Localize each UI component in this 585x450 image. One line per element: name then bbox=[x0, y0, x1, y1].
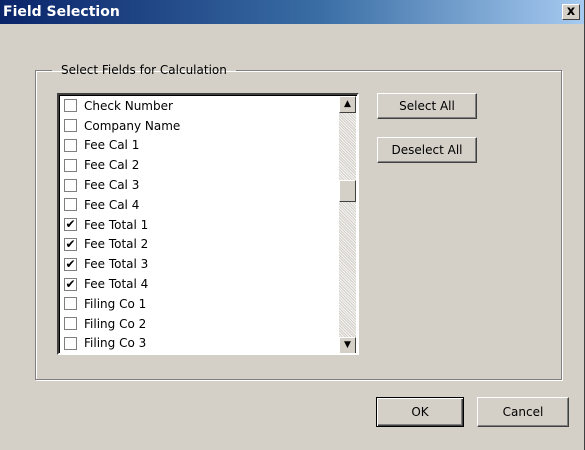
arrow-down-icon: ▼ bbox=[344, 340, 351, 350]
group-legend: Select Fields for Calculation bbox=[61, 63, 227, 77]
checkbox-unchecked[interactable] bbox=[64, 198, 77, 212]
field-label: Fee Total 3 bbox=[84, 257, 149, 272]
field-list-item[interactable]: Filing Co 3 bbox=[64, 334, 180, 353]
field-list-item[interactable]: Fee Cal 3 bbox=[64, 175, 180, 195]
scroll-up-button[interactable]: ▲ bbox=[339, 96, 356, 113]
field-label: Filing Co 2 bbox=[84, 316, 147, 331]
deselect-all-button[interactable]: Deselect All bbox=[377, 137, 477, 163]
field-list-item[interactable]: Filing Co 2 bbox=[64, 314, 180, 334]
scroll-down-button[interactable]: ▼ bbox=[339, 337, 356, 353]
field-list-item[interactable]: Fee Cal 4 bbox=[64, 195, 180, 215]
close-icon: x bbox=[566, 4, 576, 19]
field-label: Fee Cal 3 bbox=[84, 178, 140, 193]
checkbox-unchecked[interactable] bbox=[64, 317, 77, 331]
checkbox-unchecked[interactable] bbox=[64, 336, 77, 350]
field-list-item[interactable]: ✔ Fee Total 2 bbox=[64, 235, 180, 255]
field-list-item[interactable]: Company Name bbox=[64, 116, 180, 136]
field-label: Company Name bbox=[84, 118, 181, 133]
checkbox-unchecked[interactable] bbox=[64, 119, 77, 133]
ok-button[interactable]: OK bbox=[376, 397, 464, 427]
field-label: Fee Total 1 bbox=[84, 217, 149, 232]
checkmark-icon: ✔ bbox=[65, 217, 76, 232]
close-button[interactable]: x bbox=[562, 4, 580, 20]
checkbox-unchecked[interactable] bbox=[64, 178, 77, 192]
title-bar[interactable]: Field Selection x bbox=[0, 0, 584, 24]
checkbox-checked[interactable]: ✔ bbox=[64, 276, 77, 291]
field-label: Fee Cal 4 bbox=[84, 197, 140, 212]
field-label: Check Number bbox=[84, 98, 173, 113]
field-selection-dialog: Field Selection x Select Fields for Calc… bbox=[0, 0, 585, 450]
checkmark-icon: ✔ bbox=[65, 276, 76, 291]
vertical-scrollbar[interactable]: ▲ ▼ bbox=[339, 96, 356, 353]
field-label: Fee Total 2 bbox=[84, 237, 149, 252]
checkmark-icon: ✔ bbox=[65, 236, 76, 251]
field-label: Fee Total 4 bbox=[84, 277, 149, 292]
checkbox-checked[interactable]: ✔ bbox=[64, 217, 77, 232]
field-label: Fee Cal 1 bbox=[84, 138, 140, 153]
checkbox-unchecked[interactable] bbox=[64, 138, 77, 152]
checkbox-unchecked[interactable] bbox=[64, 297, 77, 311]
checkbox-unchecked[interactable] bbox=[64, 99, 77, 113]
field-list-item[interactable]: ✔ Fee Total 4 bbox=[64, 274, 180, 294]
field-label: Filing Co 1 bbox=[84, 296, 147, 311]
fields-listbox[interactable]: Check Number Company Name Fee Cal 1 Fee Cal… bbox=[57, 93, 359, 355]
arrow-up-icon: ▲ bbox=[344, 99, 351, 109]
field-list-item[interactable]: Check Number bbox=[64, 96, 180, 116]
checkmark-icon: ✔ bbox=[65, 256, 76, 271]
checkbox-unchecked[interactable] bbox=[64, 158, 77, 172]
select-all-button[interactable]: Select All bbox=[377, 93, 477, 119]
fields-list: Check Number Company Name Fee Cal 1 Fee Cal… bbox=[64, 96, 180, 353]
field-list-item[interactable]: Fee Cal 1 bbox=[64, 136, 180, 156]
field-list-item[interactable]: Fee Cal 2 bbox=[64, 155, 180, 175]
field-list-item[interactable]: ✔ Fee Total 3 bbox=[64, 254, 180, 274]
field-list-item[interactable]: ✔ Fee Total 1 bbox=[64, 215, 180, 235]
checkbox-checked[interactable]: ✔ bbox=[64, 256, 77, 271]
field-label: Fee Cal 2 bbox=[84, 158, 140, 173]
field-list-item[interactable]: Filing Co 1 bbox=[64, 294, 180, 314]
scrollbar-thumb[interactable] bbox=[339, 180, 356, 202]
cancel-button[interactable]: Cancel bbox=[477, 397, 569, 427]
checkbox-checked[interactable]: ✔ bbox=[64, 236, 77, 251]
field-label: Filing Co 3 bbox=[84, 336, 147, 351]
window-title: Field Selection bbox=[3, 4, 120, 20]
